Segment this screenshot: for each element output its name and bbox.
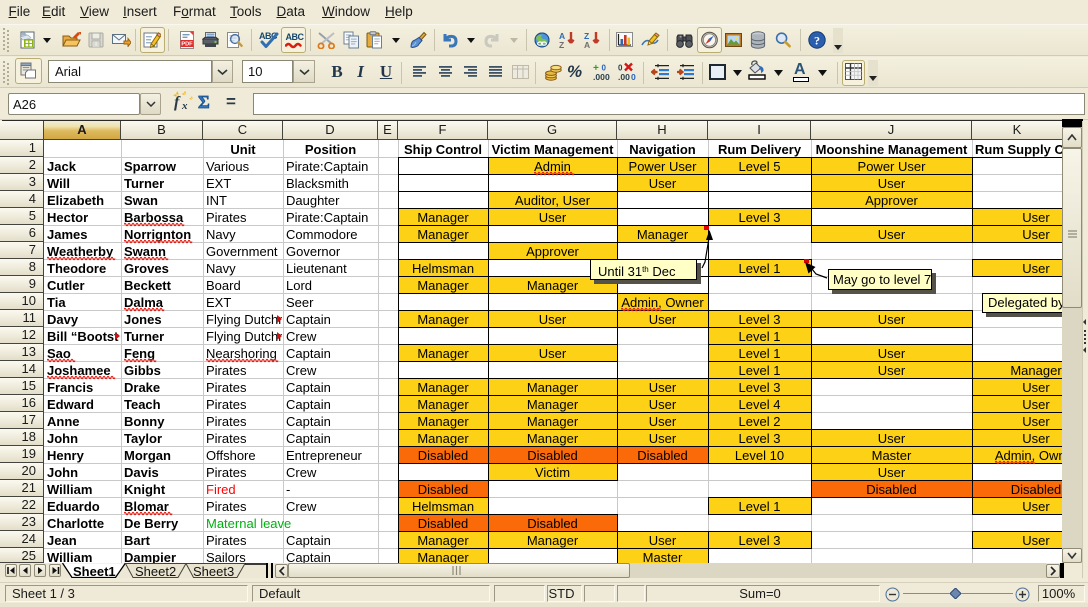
svg-text:PDF: PDF bbox=[181, 42, 193, 48]
svg-text:Z: Z bbox=[559, 40, 564, 49]
svg-text:ABC: ABC bbox=[286, 32, 305, 42]
svg-text:f: f bbox=[174, 94, 181, 111]
svg-text:x: x bbox=[181, 100, 188, 112]
svg-text:.000: .000 bbox=[593, 72, 610, 82]
svg-text:?: ? bbox=[814, 34, 820, 48]
svg-text:A: A bbox=[584, 40, 590, 49]
svg-text:0: 0 bbox=[631, 72, 636, 82]
svg-text:.00: .00 bbox=[618, 72, 630, 82]
